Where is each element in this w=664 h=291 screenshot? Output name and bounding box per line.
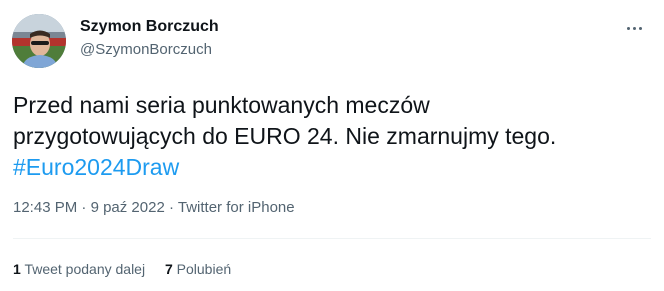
retweets-stat[interactable]: 1 Tweet podany dalej [13,259,145,279]
tweet-stats: 1 Tweet podany dalej 7 Polubień [13,259,247,279]
likes-label: Polubień [176,261,232,277]
tweet-text: Przed nami seria punktowanych meczów prz… [13,90,653,183]
tweet-date[interactable]: 9 paź 2022 [91,199,165,216]
divider [13,238,651,239]
tweet-text-line: przygotowujących do EURO 24. Nie zmarnuj… [13,123,557,149]
hashtag-link[interactable]: #Euro2024Draw [13,154,179,180]
retweets-label: Tweet podany dalej [24,261,146,277]
meta-separator: · [81,199,87,216]
likes-count: 7 [164,261,173,277]
tweet-text-line: Przed nami seria punktowanych meczów [13,92,430,118]
likes-stat[interactable]: 7 Polubień [165,259,231,279]
avatar-image [12,14,66,68]
tweet-source[interactable]: Twitter for iPhone [178,199,295,216]
author-display-name[interactable]: Szymon Borczuch [80,17,219,37]
retweets-count: 1 [13,261,21,277]
tweet-time[interactable]: 12:43 PM [13,199,77,216]
author-handle[interactable]: @SzymonBorczuch [80,40,212,60]
tweet-meta: 12:43 PM · 9 paź 2022 · Twitter for iPho… [13,198,295,218]
tweet-card: Szymon Borczuch @SzymonBorczuch Przed na… [0,0,664,291]
more-options-icon[interactable] [620,18,648,38]
meta-separator: · [168,199,174,216]
avatar[interactable] [12,14,66,68]
